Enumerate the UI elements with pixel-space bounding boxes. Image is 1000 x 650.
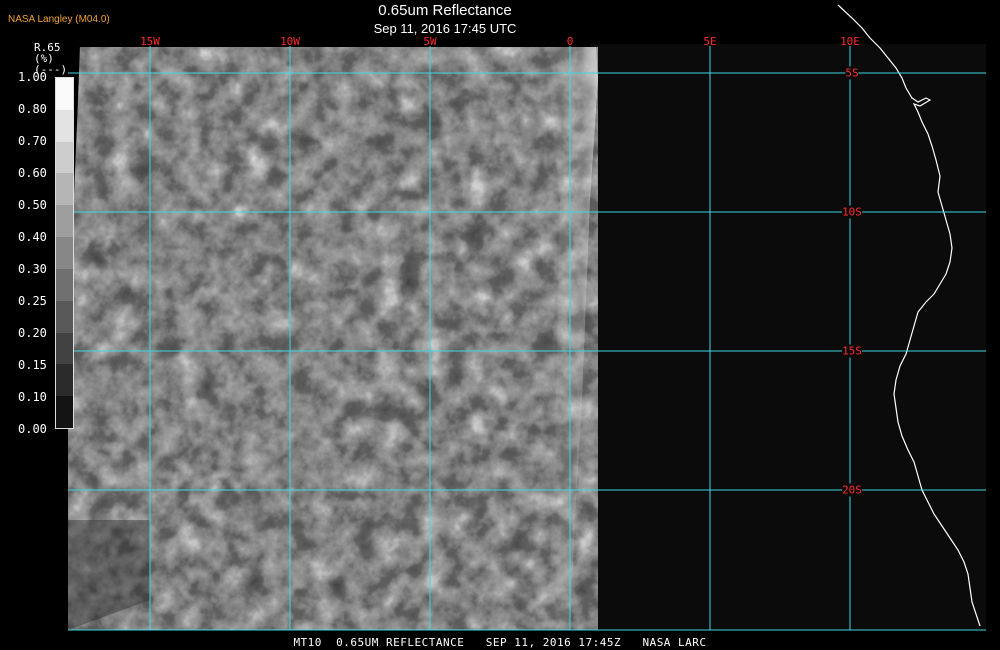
colorbar-tick-label: 0.30	[18, 262, 47, 276]
colorbar-swatch	[56, 173, 73, 206]
colorbar-swatch	[56, 78, 73, 110]
longitude-label: 5E	[703, 35, 717, 48]
colorbar-tick-label: 0.70	[18, 134, 47, 148]
colorbar-tick-label: 0.60	[18, 166, 47, 180]
colorbar	[55, 77, 74, 429]
colorbar-tick-label: 0.00	[18, 422, 47, 436]
colorbar-swatch	[56, 300, 73, 333]
colorbar-swatch	[56, 141, 73, 174]
colorbar-swatch	[56, 364, 73, 397]
longitude-label: 15W	[140, 35, 160, 48]
latitude-label: 20S	[842, 483, 862, 497]
colorbar-swatch	[56, 332, 73, 365]
colorbar-tick-label: 0.40	[18, 230, 47, 244]
satellite-map	[0, 4, 1000, 634]
map-subtitle: Sep 11, 2016 17:45 UTC	[373, 21, 517, 36]
colorbar-swatch	[56, 268, 73, 301]
latitude-label: 15S	[842, 344, 862, 358]
colorbar-tick-label: 1.00	[18, 70, 47, 84]
colorbar-swatch	[56, 237, 73, 269]
latitude-label: 10S	[842, 205, 862, 219]
colorbar-swatch	[56, 396, 73, 428]
colorbar-swatch	[56, 205, 73, 238]
colorbar-tick-label: 0.15	[18, 358, 47, 372]
colorbar-tick-label: 0.80	[18, 102, 47, 116]
colorbar-tick-label: 0.50	[18, 198, 47, 212]
latitude-label: 5S	[845, 66, 859, 80]
colorbar-tick-label: 0.25	[18, 294, 47, 308]
longitude-label: 10W	[280, 35, 300, 48]
colorbar-swatch	[56, 109, 73, 142]
longitude-label: 0	[566, 35, 574, 48]
colorbar-tick-label: 0.20	[18, 326, 47, 340]
map-title: 0.65um Reflectance	[378, 2, 512, 19]
longitude-label: 5W	[423, 35, 437, 48]
longitude-label: 10E	[840, 35, 860, 48]
colorbar-tick-label: 0.10	[18, 390, 47, 404]
footer-caption: MT10 0.65UM REFLECTANCE SEP 11, 2016 17:…	[293, 636, 707, 649]
